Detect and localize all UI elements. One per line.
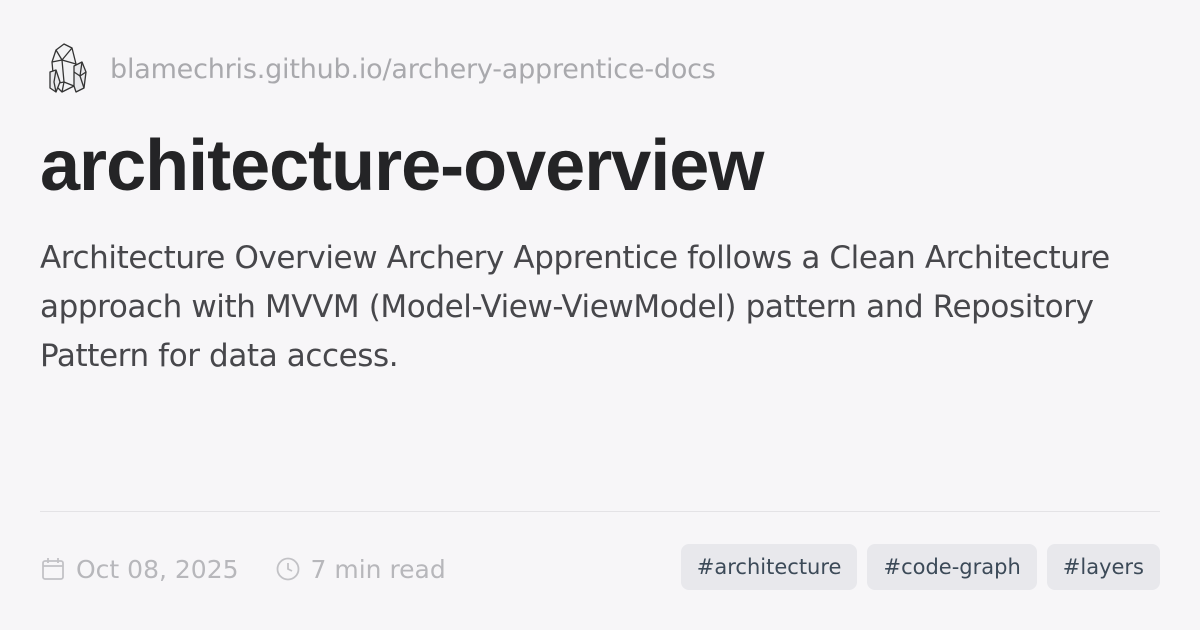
publish-date: Oct 08, 2025 [40, 555, 239, 584]
tag-list: #architecture #code-graph #layers [680, 544, 1160, 590]
og-card: blamechris.github.io/archery-apprentice-… [0, 0, 1200, 630]
tag-layers[interactable]: #layers [1046, 544, 1160, 590]
divider [40, 511, 1160, 512]
clock-icon [276, 557, 299, 581]
page-description: Architecture Overview Archery Apprentice… [40, 240, 1110, 374]
post-meta: Oct 08, 2025 7 min read [40, 548, 446, 590]
site-header: blamechris.github.io/archery-apprentice-… [46, 42, 716, 96]
crystal-logo-icon [49, 43, 87, 93]
calendar-icon [42, 558, 64, 580]
publish-date-text: Oct 08, 2025 [76, 554, 239, 584]
site-url[interactable]: blamechris.github.io/archery-apprentice-… [110, 54, 716, 85]
read-time-text: 7 min read [310, 554, 446, 584]
page-title: architecture-overview [40, 126, 764, 206]
tag-code-graph[interactable]: #code-graph [867, 544, 1037, 590]
tag-architecture[interactable]: #architecture [680, 544, 858, 590]
read-time: 7 min read [275, 555, 446, 584]
